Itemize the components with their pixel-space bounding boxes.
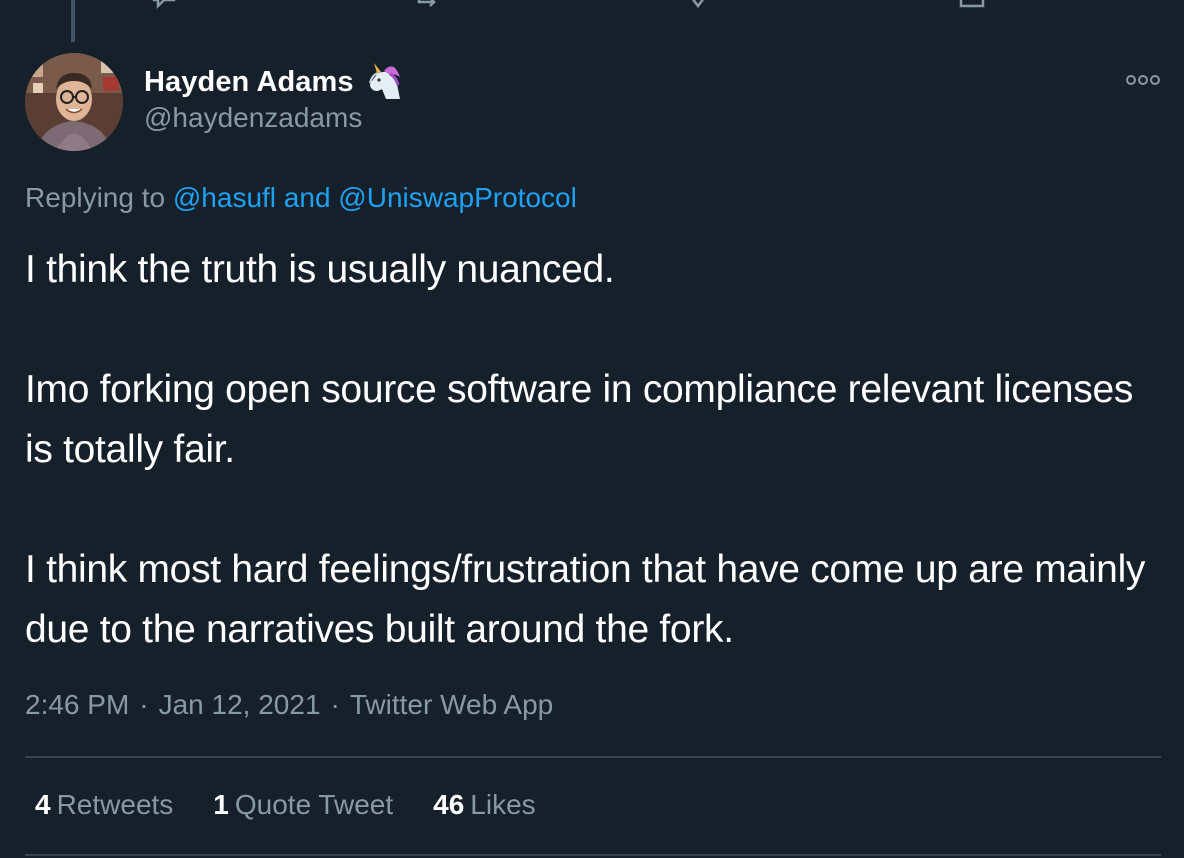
retweet-icon[interactable]	[416, 0, 444, 10]
retweets-stat[interactable]: 4 Retweets	[35, 789, 173, 821]
reply-icon[interactable]	[150, 0, 178, 10]
tweet-text: I think the truth is usually nuanced. Im…	[25, 240, 1155, 660]
retweets-label: Retweets	[56, 789, 174, 820]
tweet-paragraph: I think most hard feelings/frustration t…	[25, 548, 1146, 651]
author-display-name[interactable]: Hayden Adams	[144, 66, 354, 99]
avatar[interactable]	[25, 53, 123, 151]
unicorn-icon	[368, 63, 400, 99]
tweet-meta: 2:46 PM · Jan 12, 2021 · Twitter Web App	[25, 689, 553, 721]
previous-tweet-actions	[0, 0, 1184, 10]
likes-count: 46	[433, 789, 465, 820]
mention-hasufl[interactable]: @hasufl	[173, 182, 276, 213]
tweet-paragraph: Imo forking open source software in comp…	[25, 368, 1134, 471]
mention-uniswapprotocol[interactable]: @UniswapProtocol	[338, 182, 577, 213]
divider	[25, 756, 1161, 758]
author-handle[interactable]: @haydenzadams	[144, 102, 362, 134]
meta-separator: ·	[330, 689, 340, 720]
likes-label: Likes	[470, 789, 536, 820]
tweet-time[interactable]: 2:46 PM	[25, 689, 129, 720]
mention-conjunction[interactable]: and	[284, 182, 331, 213]
replying-to-line: Replying to @hasufl and @UniswapProtocol	[25, 182, 577, 214]
quote-tweets-stat[interactable]: 1 Quote Tweet	[213, 789, 393, 821]
meta-separator: ·	[139, 689, 149, 720]
avatar-photo	[25, 53, 123, 151]
engagement-stats: 4 Retweets 1 Quote Tweet 46 Likes	[35, 789, 576, 821]
like-icon[interactable]	[684, 0, 712, 10]
more-options-icon[interactable]	[1125, 68, 1161, 92]
quote-tweets-count: 1	[213, 789, 229, 820]
quote-tweets-label: Quote Tweet	[234, 789, 394, 820]
likes-stat[interactable]: 46 Likes	[433, 789, 536, 821]
share-icon[interactable]	[958, 0, 986, 10]
author-name-row: Hayden Adams	[144, 62, 404, 102]
tweet-date[interactable]: Jan 12, 2021	[159, 689, 321, 720]
retweets-count: 4	[35, 789, 51, 820]
replying-to-prefix: Replying to	[25, 182, 166, 213]
tweet-paragraph: I think the truth is usually nuanced.	[25, 248, 615, 291]
tweet-source[interactable]: Twitter Web App	[350, 689, 553, 720]
divider	[25, 854, 1161, 856]
